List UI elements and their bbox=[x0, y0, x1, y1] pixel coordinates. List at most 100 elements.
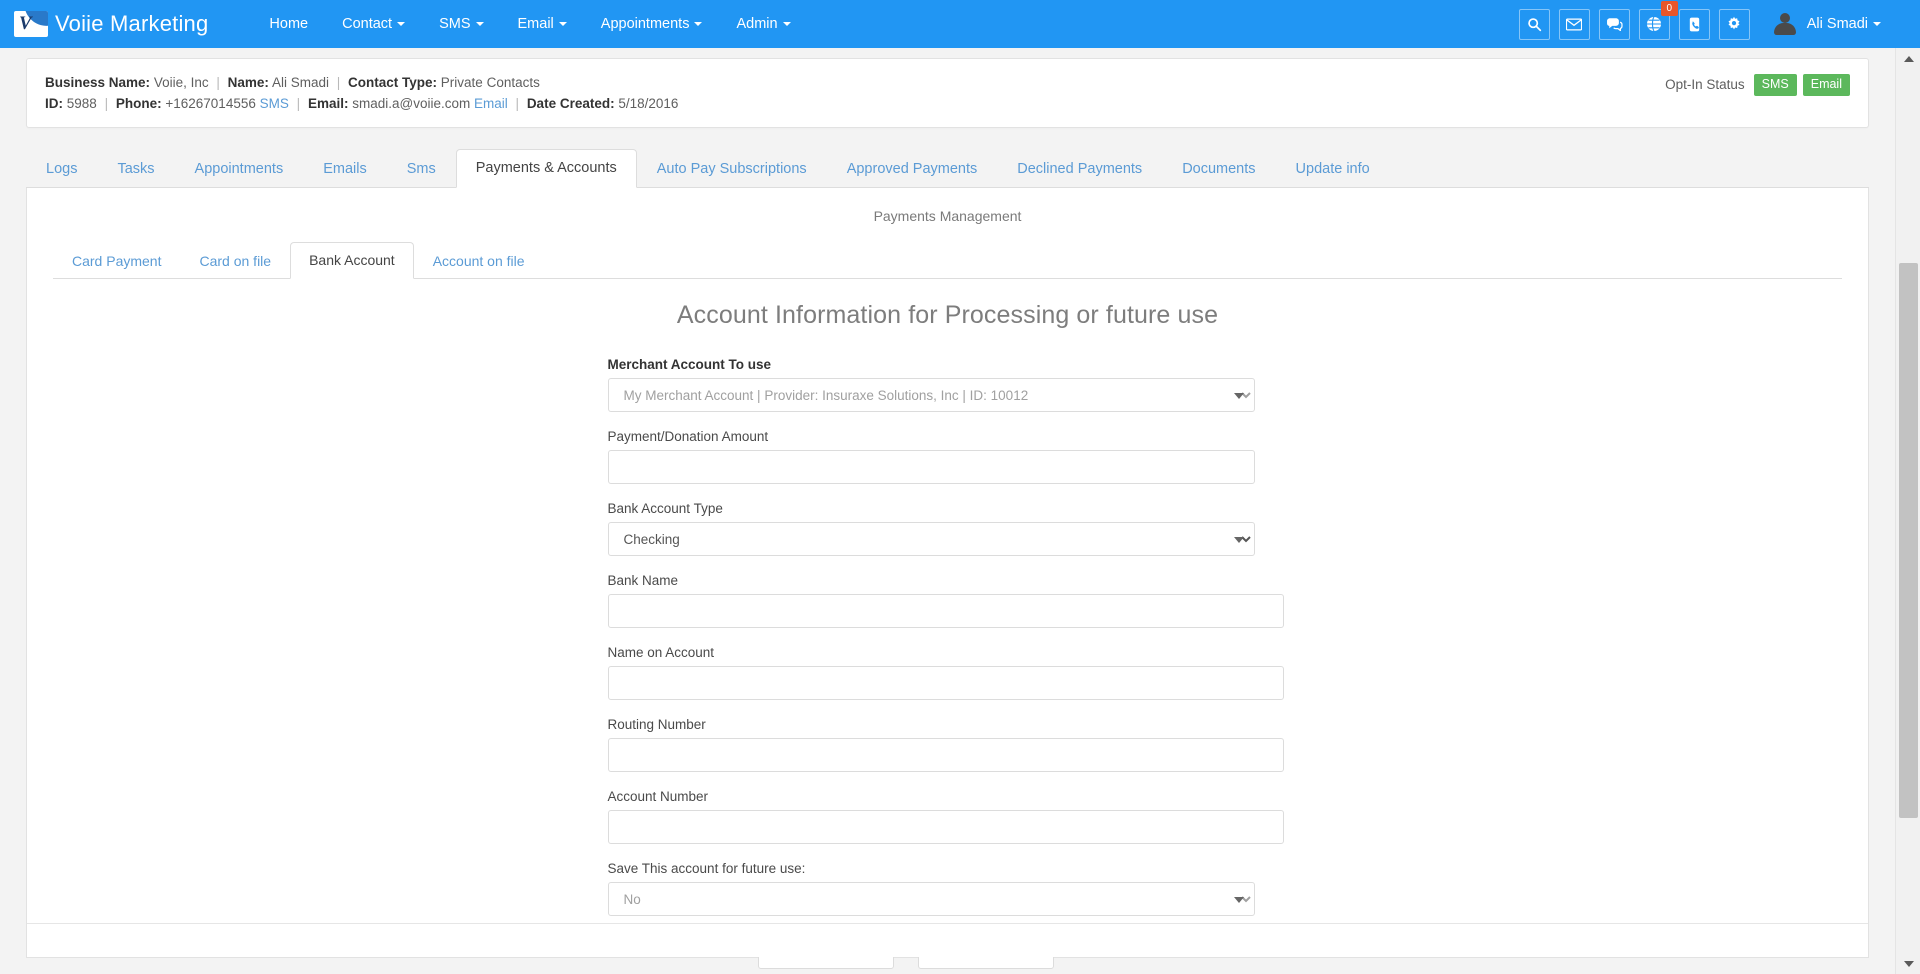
email-send-link[interactable]: Email bbox=[474, 96, 508, 111]
search-icon[interactable] bbox=[1518, 8, 1550, 40]
payment-method-tabs: Card Payment Card on file Bank Account A… bbox=[53, 242, 1842, 279]
avatar bbox=[1772, 11, 1798, 37]
field-bank-name: Bank Name bbox=[607, 572, 1288, 628]
optin-status: Opt-In Status SMS Email bbox=[1665, 72, 1850, 96]
field-bank-account-type: Bank Account Type Checking bbox=[607, 500, 1288, 556]
user-menu[interactable]: Ali Smadi bbox=[1772, 11, 1881, 37]
field-payment-amount: Payment/Donation Amount bbox=[607, 428, 1288, 484]
nav-item-appointments-label: Appointments bbox=[600, 16, 690, 32]
panel-footer bbox=[27, 923, 1868, 957]
email-value: smadi.a@voiie.com bbox=[352, 96, 471, 111]
scrollbar-thumb[interactable] bbox=[1899, 263, 1918, 818]
subtab-card-payment[interactable]: Card Payment bbox=[53, 243, 180, 279]
separator: | bbox=[104, 96, 109, 111]
contact-info-panel: Business Name: Voiie, Inc | Name: Ali Sm… bbox=[26, 58, 1869, 128]
nav-item-sms[interactable]: SMS bbox=[422, 0, 500, 48]
contact-info-line-2: ID: 5988 | Phone: +16267014556 SMS | Ema… bbox=[45, 96, 679, 111]
account-number-label: Account Number bbox=[607, 789, 709, 804]
contact-info-line-1: Business Name: Voiie, Inc | Name: Ali Sm… bbox=[45, 72, 1665, 93]
logo-letter: V bbox=[19, 13, 32, 34]
tab-logs[interactable]: Logs bbox=[26, 150, 97, 188]
scroll-down-icon[interactable] bbox=[1896, 953, 1920, 974]
subtab-card-on-file[interactable]: Card on file bbox=[180, 243, 290, 279]
account-number-input[interactable] bbox=[607, 810, 1284, 844]
save-for-future-select-wrap: No bbox=[607, 882, 1255, 916]
routing-number-label: Routing Number bbox=[607, 717, 706, 732]
contact-info-lines: Business Name: Voiie, Inc | Name: Ali Sm… bbox=[45, 72, 1665, 114]
nav-item-admin[interactable]: Admin bbox=[719, 0, 807, 48]
brand-title: Voiie Marketing bbox=[55, 11, 209, 36]
nav-item-admin-label: Admin bbox=[736, 16, 778, 32]
separator: | bbox=[216, 75, 220, 90]
tab-sms[interactable]: Sms bbox=[387, 150, 456, 188]
merchant-account-select[interactable]: My Merchant Account | Provider: Insuraxe… bbox=[607, 378, 1255, 412]
tab-update-info[interactable]: Update info bbox=[1276, 150, 1390, 188]
user-name-label: Ali Smadi bbox=[1806, 16, 1868, 32]
nav-item-appointments[interactable]: Appointments bbox=[584, 0, 720, 48]
bank-account-form: Account Information for Processing or fu… bbox=[27, 279, 1868, 969]
primary-nav: Home Contact SMS Email Appointments Admi… bbox=[252, 0, 807, 48]
navbar-actions: 0 Ali Smadi bbox=[1510, 0, 1895, 40]
name-label: Name: bbox=[227, 75, 269, 90]
top-navbar: V Voiie Marketing Home Contact SMS Email… bbox=[0, 0, 1895, 48]
separator: | bbox=[296, 96, 301, 111]
tab-tasks[interactable]: Tasks bbox=[97, 150, 174, 188]
bank-name-input[interactable] bbox=[607, 594, 1284, 628]
bank-account-type-select[interactable]: Checking bbox=[607, 522, 1255, 556]
tab-auto-pay-subscriptions[interactable]: Auto Pay Subscriptions bbox=[637, 150, 827, 188]
chevron-down-icon bbox=[782, 22, 791, 26]
navbar-right-filler bbox=[1895, 0, 1920, 48]
form-fields: Merchant Account To use My Merchant Acco… bbox=[607, 356, 1288, 969]
field-save-for-future: Save This account for future use: No bbox=[607, 860, 1288, 916]
chevron-down-icon bbox=[397, 22, 406, 26]
id-label: ID: bbox=[45, 96, 63, 111]
subtab-bank-account[interactable]: Bank Account bbox=[290, 242, 414, 279]
save-for-future-select[interactable]: No bbox=[607, 882, 1255, 916]
chevron-down-icon bbox=[558, 22, 567, 26]
brand-logo-link[interactable]: V Voiie Marketing bbox=[14, 11, 208, 37]
field-routing-number: Routing Number bbox=[607, 716, 1288, 772]
nav-item-contact-label: Contact bbox=[342, 16, 393, 32]
merchant-account-select-wrap: My Merchant Account | Provider: Insuraxe… bbox=[607, 378, 1255, 412]
business-name-value: Voiie, Inc bbox=[153, 75, 209, 90]
phone-sms-link[interactable]: SMS bbox=[260, 96, 289, 111]
field-name-on-account: Name on Account bbox=[607, 644, 1288, 700]
nav-item-contact[interactable]: Contact bbox=[325, 0, 422, 48]
phone-value: +16267014556 bbox=[165, 96, 256, 111]
routing-number-input[interactable] bbox=[607, 738, 1284, 772]
globe-badge-count: 0 bbox=[1660, 0, 1678, 16]
page-body: Business Name: Voiie, Inc | Name: Ali Sm… bbox=[0, 48, 1895, 974]
bank-name-label: Bank Name bbox=[607, 573, 679, 588]
payments-management-title: Payments Management bbox=[873, 208, 1022, 224]
save-for-future-label: Save This account for future use: bbox=[607, 861, 806, 876]
name-on-account-input[interactable] bbox=[607, 666, 1284, 700]
envelope-icon[interactable] bbox=[1558, 8, 1590, 40]
field-account-number: Account Number bbox=[607, 788, 1288, 844]
tab-emails[interactable]: Emails bbox=[303, 150, 387, 188]
email-label: Email bbox=[307, 96, 344, 111]
contact-type-value: Private Contacts bbox=[440, 75, 540, 90]
optin-tag-email[interactable]: Email bbox=[1802, 74, 1850, 96]
comments-icon[interactable] bbox=[1598, 8, 1630, 40]
tab-declined-payments[interactable]: Declined Payments bbox=[997, 150, 1162, 188]
name-on-account-label: Name on Account bbox=[607, 645, 715, 660]
scroll-up-icon[interactable] bbox=[1896, 48, 1920, 69]
globe-icon[interactable]: 0 bbox=[1638, 0, 1678, 40]
payment-amount-input[interactable] bbox=[607, 450, 1255, 484]
tab-appointments[interactable]: Appointments bbox=[175, 150, 304, 188]
tab-approved-payments[interactable]: Approved Payments bbox=[827, 150, 998, 188]
tab-payments-accounts[interactable]: Payments & Accounts bbox=[455, 149, 637, 188]
tab-documents[interactable]: Documents bbox=[1162, 150, 1275, 188]
page-scrollbar[interactable] bbox=[1895, 48, 1920, 974]
phone-icon[interactable] bbox=[1678, 8, 1710, 40]
payments-content-panel: Payments Management Card Payment Card on… bbox=[26, 188, 1869, 969]
nav-item-email[interactable]: Email bbox=[501, 0, 584, 48]
merchant-account-label: Merchant Account To use bbox=[607, 357, 772, 372]
subtab-account-on-file[interactable]: Account on file bbox=[414, 243, 544, 279]
phone-label: Phone: bbox=[115, 96, 162, 111]
gear-icon[interactable] bbox=[1718, 8, 1750, 40]
optin-tag-sms[interactable]: SMS bbox=[1753, 74, 1797, 96]
date-created-value: 5/18/2016 bbox=[618, 96, 679, 111]
nav-item-home[interactable]: Home bbox=[252, 0, 325, 48]
field-merchant-account: Merchant Account To use My Merchant Acco… bbox=[607, 356, 1288, 412]
